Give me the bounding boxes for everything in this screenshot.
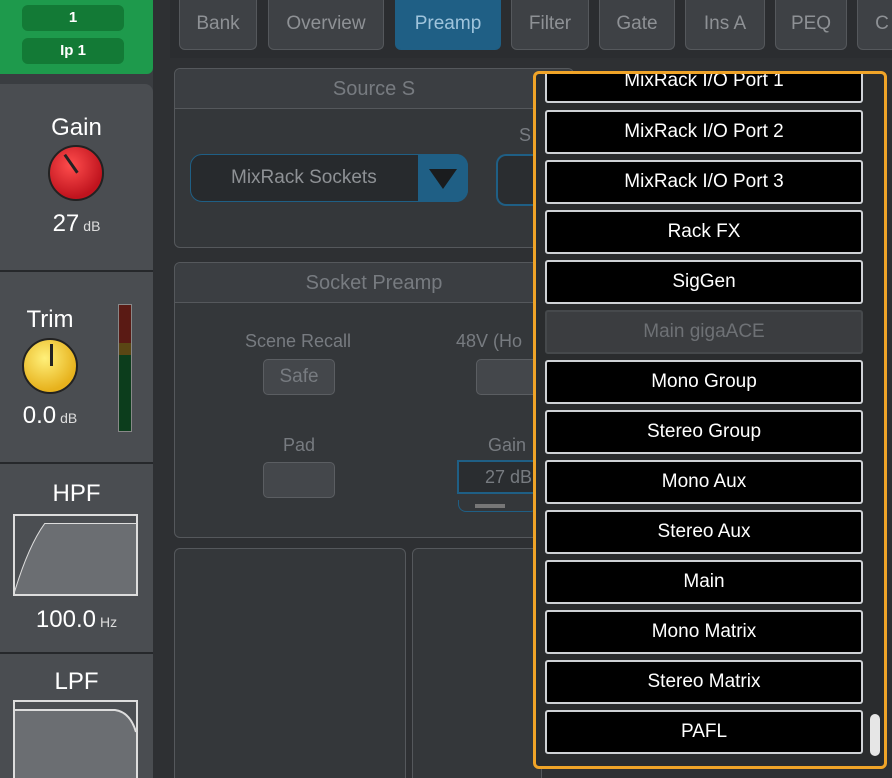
tab-bank[interactable]: Bank (179, 0, 257, 50)
source-type-dropdown[interactable]: MixRack Sockets (190, 154, 468, 202)
scrollbar-thumb[interactable] (870, 714, 880, 756)
tab-ins-a[interactable]: Ins A (685, 0, 765, 50)
hpf-curve[interactable] (13, 514, 138, 596)
dropdown-arrow-button[interactable] (418, 154, 468, 202)
lpf-section: LPF (0, 654, 153, 778)
dropdown-scrollbar[interactable] (870, 74, 882, 764)
channel-number: 1 (22, 5, 124, 31)
tab-gate[interactable]: Gate (599, 0, 675, 50)
preamp-gain-value[interactable]: 27 dB (457, 460, 543, 494)
option-mixrack-io-port-3[interactable]: MixRack I/O Port 3 (545, 160, 863, 204)
pad-label: Pad (282, 435, 316, 455)
option-mixrack-io-port-2[interactable]: MixRack I/O Port 2 (545, 110, 863, 154)
gain-label: Gain (51, 114, 102, 141)
safe-button[interactable]: Safe (263, 359, 335, 395)
source-select-label: S (518, 125, 531, 145)
option-rack-fx[interactable]: Rack FX (545, 210, 863, 254)
trim-section: Trim 0.0 dB (0, 272, 153, 462)
lower-right-panel (412, 548, 542, 778)
option-main[interactable]: Main (545, 560, 863, 604)
trim-knob[interactable] (22, 338, 78, 394)
chevron-down-icon (429, 169, 457, 189)
gain-section: Gain 27 dB (0, 84, 153, 270)
tab-peq[interactable]: PEQ (775, 0, 847, 50)
source-dropdown-list[interactable]: MixRack I/O Port 1 MixRack I/O Port 2 Mi… (533, 71, 887, 769)
source-type-value: MixRack Sockets (231, 167, 377, 188)
trim-value: 0.0 dB (22, 402, 78, 429)
option-stereo-aux[interactable]: Stereo Aux (545, 510, 863, 554)
lpf-curve[interactable] (13, 700, 138, 778)
lpf-label: LPF (54, 668, 99, 695)
pad-button[interactable] (263, 462, 335, 498)
dropdown-options: MixRack I/O Port 1 MixRack I/O Port 2 Mi… (545, 74, 863, 764)
lower-left-panel (174, 548, 406, 778)
socket-preamp-title: Socket Preamp (175, 263, 573, 303)
channel-name: Ip 1 (22, 38, 124, 64)
option-stereo-matrix[interactable]: Stereo Matrix (545, 660, 863, 704)
option-mono-aux[interactable]: Mono Aux (545, 460, 863, 504)
channel-header[interactable]: 1 Ip 1 (0, 0, 153, 74)
tab-bar: Bank Overview Preamp Filter Gate Ins A P… (170, 0, 892, 58)
hpf-section: HPF 100.0 Hz (0, 464, 153, 652)
option-mono-matrix[interactable]: Mono Matrix (545, 610, 863, 654)
option-siggen[interactable]: SigGen (545, 260, 863, 304)
gain-knob[interactable] (48, 145, 104, 201)
preamp-gain-label: Gain (488, 435, 527, 455)
preamp-gain-slider[interactable] (458, 500, 538, 512)
option-mixrack-io-port-1[interactable]: MixRack I/O Port 1 (545, 74, 863, 103)
tab-filter[interactable]: Filter (511, 0, 589, 50)
source-title: Source S (175, 69, 573, 109)
hpf-label: HPF (52, 480, 101, 507)
scene-recall-label: Scene Recall (244, 331, 352, 351)
option-pafl[interactable]: PAFL (545, 710, 863, 754)
option-main-gigaace: Main gigaACE (545, 310, 863, 354)
tab-preamp[interactable]: Preamp (395, 0, 501, 50)
gain-value: 27 dB (52, 210, 101, 237)
tab-overview[interactable]: Overview (268, 0, 384, 50)
option-stereo-group[interactable]: Stereo Group (545, 410, 863, 454)
option-mono-group[interactable]: Mono Group (545, 360, 863, 404)
tab-more[interactable]: C (857, 0, 892, 50)
level-meter (118, 304, 132, 432)
trim-label: Trim (26, 306, 74, 333)
hpf-value: 100.0 Hz (35, 606, 118, 633)
socket-preamp-panel: Socket Preamp (174, 262, 574, 538)
channel-strip: 1 Ip 1 Gain 27 dB Trim 0.0 dB HPF 100.0 Hz … (0, 0, 153, 778)
